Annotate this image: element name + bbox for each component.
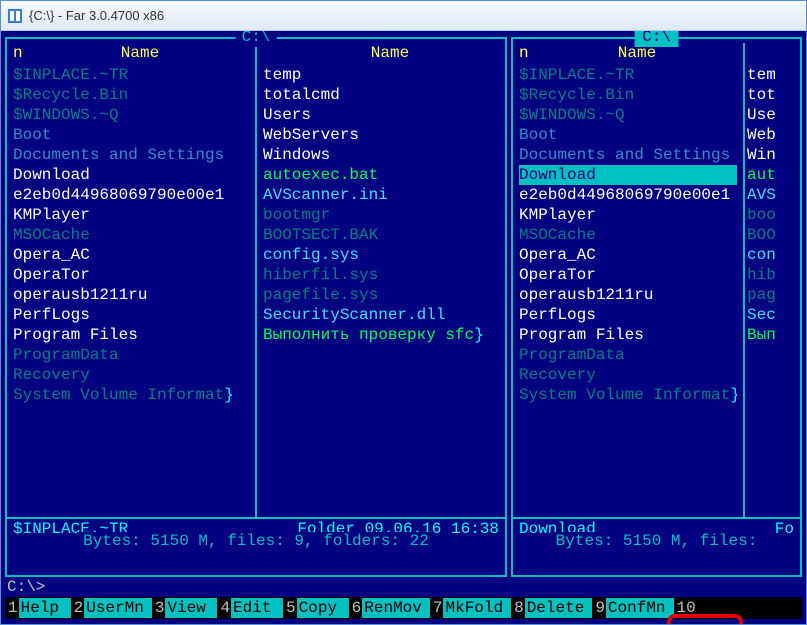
list-item[interactable]: Sec — [747, 305, 781, 325]
list-item[interactable]: $Recycle.Bin — [13, 85, 249, 105]
list-item[interactable]: $INPLACE.~TR — [13, 65, 249, 85]
list-item[interactable]: Recovery — [13, 365, 249, 385]
list-item[interactable]: totalcmd — [263, 85, 499, 105]
list-item[interactable]: config.sys — [263, 245, 499, 265]
left-col-b: Name temptotalcmdUsersWebServersWindowsa… — [255, 43, 505, 517]
list-item[interactable]: Use — [747, 105, 781, 125]
list-item[interactable]: hiberfil.sys — [263, 265, 499, 285]
list-item[interactable]: System Volume Informat} — [519, 385, 737, 405]
list-item[interactable]: Download — [519, 165, 737, 185]
right-col-a: n Name $INPLACE.~TR$Recycle.Bin$WINDOWS.… — [513, 43, 743, 517]
list-item[interactable]: temp — [263, 65, 499, 85]
fkey-10[interactable]: 10 — [674, 597, 749, 619]
list-item[interactable]: Win — [747, 145, 781, 165]
list-item[interactable]: MSOCache — [13, 225, 249, 245]
list-item[interactable]: Вып — [747, 325, 781, 345]
list-item[interactable]: Boot — [519, 125, 737, 145]
list-item[interactable]: autoexec.bat — [263, 165, 499, 185]
list-item[interactable]: Documents and Settings — [13, 145, 249, 165]
list-item[interactable]: PerfLogs — [519, 305, 737, 325]
list-item[interactable]: aut — [747, 165, 781, 185]
list-item[interactable]: PerfLogs — [13, 305, 249, 325]
app-icon — [7, 8, 23, 24]
right-panel-title[interactable]: C:\ — [634, 31, 679, 47]
list-item[interactable]: Web — [747, 125, 781, 145]
left-col-a: n Name $INPLACE.~TR$Recycle.Bin$WINDOWS.… — [7, 43, 255, 517]
fkey-5[interactable]: 5Copy — [283, 597, 349, 619]
list-item[interactable]: operausb1211ru — [13, 285, 249, 305]
list-item[interactable]: System Volume Informat} — [13, 385, 249, 405]
right-col-b: temtotUseWebWinautAVSbooBOOconhibpagSecВ… — [743, 43, 783, 517]
list-item[interactable]: operausb1211ru — [519, 285, 737, 305]
list-item[interactable]: pag — [747, 285, 781, 305]
left-summary: Bytes: 5150 M, files: 9, folders: 22 — [7, 539, 505, 559]
fkey-9[interactable]: 9ConfMn — [592, 597, 673, 619]
app-window: {C:\} - Far 3.0.4700 x86 C:\ n Name $INP… — [0, 0, 807, 625]
list-item[interactable]: KMPlayer — [13, 205, 249, 225]
keybar: 1Help2UserMn3View4Edit5Copy6RenMov7MkFol… — [5, 597, 802, 619]
list-item[interactable]: $WINDOWS.~Q — [13, 105, 249, 125]
list-item[interactable]: BOOTSECT.BAK — [263, 225, 499, 245]
list-item[interactable]: Program Files — [13, 325, 249, 345]
list-item[interactable]: MSOCache — [519, 225, 737, 245]
fkey-8[interactable]: 8Delete — [511, 597, 592, 619]
list-item[interactable]: Users — [263, 105, 499, 125]
list-item[interactable]: tot — [747, 85, 781, 105]
list-item[interactable]: Boot — [13, 125, 249, 145]
list-item[interactable]: tem — [747, 65, 781, 85]
list-item[interactable]: KMPlayer — [519, 205, 737, 225]
column-header[interactable]: n Name — [13, 43, 249, 63]
list-item[interactable]: ProgramData — [13, 345, 249, 365]
list-item[interactable]: $WINDOWS.~Q — [519, 105, 737, 125]
column-header[interactable]: Name — [263, 43, 499, 63]
command-line[interactable]: C:\> — [5, 577, 802, 597]
right-summary: Bytes: 5150 M, files: — [513, 539, 800, 559]
list-item[interactable]: SecurityScanner.dll — [263, 305, 499, 325]
list-item[interactable]: Выполнить проверку sfc} — [263, 325, 499, 345]
left-panel-title[interactable]: C:\ — [236, 31, 277, 47]
fkey-3[interactable]: 3View — [152, 597, 218, 619]
list-item[interactable]: Opera_AC — [13, 245, 249, 265]
column-header[interactable]: n Name — [519, 43, 737, 63]
list-item[interactable]: BOO — [747, 225, 781, 245]
list-item[interactable]: e2eb0d44968069790e00e1 — [13, 185, 249, 205]
list-item[interactable]: Documents and Settings — [519, 145, 737, 165]
list-item[interactable]: hib — [747, 265, 781, 285]
titlebar[interactable]: {C:\} - Far 3.0.4700 x86 — [1, 1, 806, 31]
left-panel[interactable]: C:\ n Name $INPLACE.~TR$Recycle.Bin$WIND… — [5, 37, 507, 577]
list-item[interactable]: $INPLACE.~TR — [519, 65, 737, 85]
fkey-6[interactable]: 6RenMov — [349, 597, 430, 619]
list-item[interactable]: bootmgr — [263, 205, 499, 225]
fkey-7[interactable]: 7MkFold — [430, 597, 511, 619]
list-item[interactable]: Windows — [263, 145, 499, 165]
fkey-2[interactable]: 2UserMn — [71, 597, 152, 619]
list-item[interactable]: $Recycle.Bin — [519, 85, 737, 105]
terminal-area: C:\ n Name $INPLACE.~TR$Recycle.Bin$WIND… — [1, 31, 806, 624]
column-header[interactable] — [747, 43, 781, 63]
list-item[interactable]: OperaTor — [13, 265, 249, 285]
list-item[interactable]: WebServers — [263, 125, 499, 145]
list-item[interactable]: Program Files — [519, 325, 737, 345]
fkey-1[interactable]: 1Help — [5, 597, 71, 619]
list-item[interactable]: pagefile.sys — [263, 285, 499, 305]
list-item[interactable]: AVScanner.ini — [263, 185, 499, 205]
right-panel[interactable]: C:\ n Name $INPLACE.~TR$Recycle.Bin$WIND… — [511, 37, 802, 577]
list-item[interactable]: OperaTor — [519, 265, 737, 285]
window-title: {C:\} - Far 3.0.4700 x86 — [29, 8, 164, 23]
list-item[interactable]: Opera_AC — [519, 245, 737, 265]
list-item[interactable]: e2eb0d44968069790e00e1 — [519, 185, 737, 205]
fkey-4[interactable]: 4Edit — [217, 597, 283, 619]
list-item[interactable]: Recovery — [519, 365, 737, 385]
list-item[interactable]: boo — [747, 205, 781, 225]
list-item[interactable]: AVS — [747, 185, 781, 205]
list-item[interactable]: Download — [13, 165, 249, 185]
list-item[interactable]: ProgramData — [519, 345, 737, 365]
list-item[interactable]: con — [747, 245, 781, 265]
